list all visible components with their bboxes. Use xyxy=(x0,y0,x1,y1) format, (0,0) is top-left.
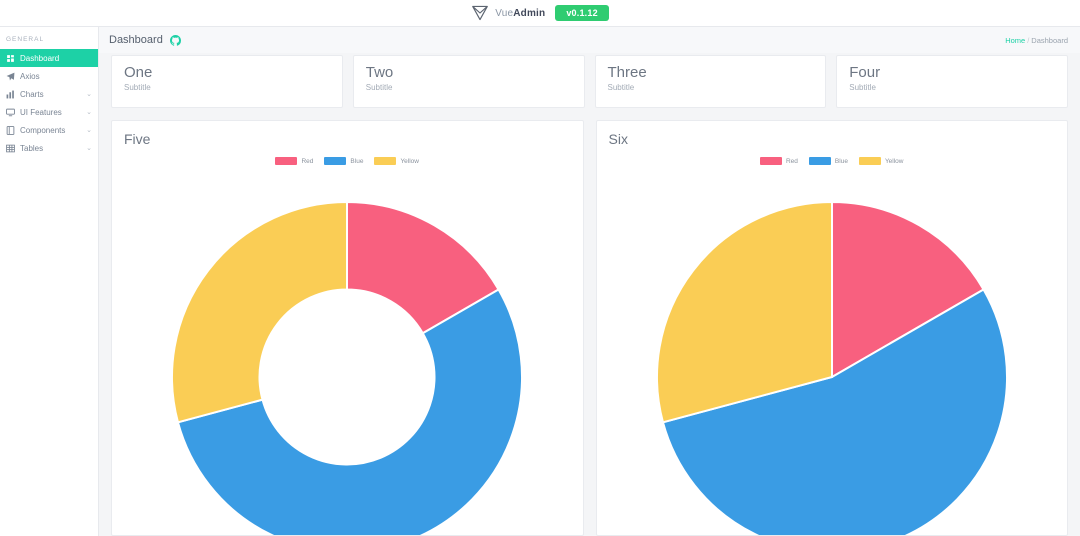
top-bar: VueAdmin v0.1.12 xyxy=(0,0,1080,27)
sidebar-section-label: GENERAL xyxy=(6,36,45,43)
legend-swatch xyxy=(858,157,881,165)
legend-label: Red xyxy=(301,157,314,165)
breadcrumb-home[interactable]: Home xyxy=(1005,36,1025,45)
legend-swatch xyxy=(275,157,298,165)
chevron-down-icon[interactable]: ⌄ xyxy=(86,91,92,98)
sidebar-item-ui-features[interactable]: UI Features ⌄ xyxy=(0,103,98,121)
main-content: Dashboard Home / Dashboard One Subtitle Tw… xyxy=(99,27,1080,536)
legend-swatch xyxy=(759,157,782,165)
page-header: Dashboard Home / Dashboard xyxy=(99,27,1080,53)
sidebar-item-label: Charts xyxy=(20,89,44,99)
github-icon[interactable] xyxy=(169,34,181,46)
stat-card[interactable]: Three Subtitle xyxy=(594,55,827,108)
sidebar-item-label: Components xyxy=(20,125,66,135)
legend-swatch xyxy=(324,157,347,165)
legend-entry-yellow[interactable]: Yellow xyxy=(374,157,419,165)
legend-entry-red[interactable]: Red xyxy=(275,157,313,165)
stat-card-subtitle: Subtitle xyxy=(849,83,876,92)
chart-legend: Red Blue Yellow xyxy=(124,157,571,165)
stat-card-title: One xyxy=(124,64,153,81)
stat-card[interactable]: Two Subtitle xyxy=(352,55,585,108)
chart-card-six: Six Red Blue Yellow xyxy=(595,120,1068,536)
bar-chart-icon xyxy=(6,90,15,99)
paper-plane-icon xyxy=(472,5,489,21)
legend-entry-red[interactable]: Red xyxy=(759,157,798,165)
chart-legend: Red Blue Yellow xyxy=(609,157,1056,165)
app-shell: GENERAL Dashboard Axios Charts ⌄ UI Feat… xyxy=(0,27,1080,536)
brand-prefix: Vue xyxy=(495,7,514,19)
pie-chart[interactable] xyxy=(609,167,1056,535)
stat-card-title: Three xyxy=(607,64,647,81)
breadcrumb-separator: / xyxy=(1027,35,1030,45)
sidebar-item-dashboard[interactable]: Dashboard xyxy=(0,49,98,67)
page-title: Dashboard xyxy=(109,34,163,46)
sidebar-item-label: Axios xyxy=(20,71,40,81)
stat-card[interactable]: Four Subtitle xyxy=(836,55,1068,108)
chevron-down-icon[interactable]: ⌄ xyxy=(86,109,92,116)
monitor-icon xyxy=(6,108,15,117)
legend-label: Blue xyxy=(834,157,848,165)
legend-entry-yellow[interactable]: Yellow xyxy=(858,157,904,165)
chart-title: Six xyxy=(608,131,628,147)
sidebar-item-label: Tables xyxy=(20,143,44,153)
legend-entry-blue[interactable]: Blue xyxy=(324,157,363,165)
sidebar-item-charts[interactable]: Charts ⌄ xyxy=(0,85,98,103)
breadcrumb: Home / Dashboard xyxy=(1005,36,1068,45)
sidebar: GENERAL Dashboard Axios Charts ⌄ UI Feat… xyxy=(0,27,99,536)
legend-swatch xyxy=(374,157,397,165)
legend-label: Blue xyxy=(350,157,364,165)
legend-entry-blue[interactable]: Blue xyxy=(808,157,848,165)
version-badge: v0.1.12 xyxy=(555,5,609,21)
charts-row: Five Red Blue Yellow Six Red Blue Yellow xyxy=(99,108,1080,536)
stat-card-subtitle: Subtitle xyxy=(124,83,151,92)
stat-card[interactable]: One Subtitle xyxy=(111,55,343,108)
legend-label: Yellow xyxy=(884,157,904,165)
legend-label: Yellow xyxy=(400,157,419,165)
pie-slice-yellow[interactable] xyxy=(171,200,349,424)
brand-bold: Admin xyxy=(513,7,546,19)
stat-card-subtitle: Subtitle xyxy=(607,83,635,92)
stat-card-title: Two xyxy=(365,64,394,81)
stat-cards-row: One Subtitle Two Subtitle Three Subtitle… xyxy=(99,53,1080,108)
dashboard-icon xyxy=(6,54,15,63)
chart-title: Five xyxy=(124,131,151,147)
stat-card-title: Four xyxy=(849,64,881,81)
sidebar-item-axios[interactable]: Axios xyxy=(0,67,98,85)
breadcrumb-current: Dashboard xyxy=(1031,35,1068,45)
chevron-down-icon[interactable]: ⌄ xyxy=(86,127,92,134)
chart-card-five: Five Red Blue Yellow xyxy=(111,120,584,536)
send-icon xyxy=(6,72,15,81)
chevron-down-icon[interactable]: ⌄ xyxy=(86,145,92,152)
sidebar-item-components[interactable]: Components ⌄ xyxy=(0,121,98,139)
doughnut-chart[interactable] xyxy=(124,167,571,535)
stat-card-subtitle: Subtitle xyxy=(365,83,393,92)
brand[interactable]: VueAdmin v0.1.12 xyxy=(471,5,609,21)
sidebar-item-label: UI Features xyxy=(20,107,62,117)
sidebar-item-label: Dashboard xyxy=(20,53,60,63)
book-icon xyxy=(6,125,15,135)
sidebar-item-tables[interactable]: Tables ⌄ xyxy=(0,139,98,157)
legend-label: Red xyxy=(785,157,798,165)
legend-swatch xyxy=(808,157,831,165)
brand-text: VueAdmin xyxy=(495,8,545,19)
table-icon xyxy=(6,144,15,153)
page-header-left: Dashboard xyxy=(109,34,181,46)
